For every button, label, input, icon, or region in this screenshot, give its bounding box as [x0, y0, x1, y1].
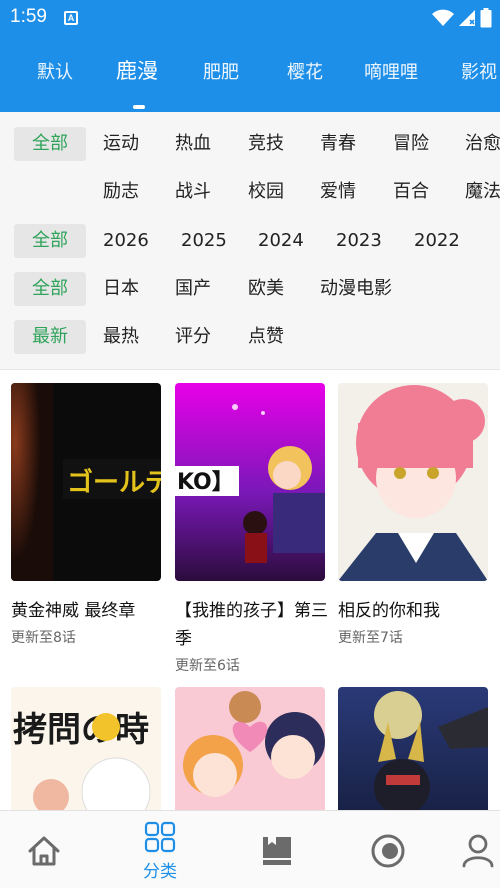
anime-episode-status: 更新至8话 [11, 630, 76, 646]
tab-feifei[interactable]: 肥肥 [203, 58, 239, 84]
region-filter-row: 全部 日本 国产 欧美 动漫电影 [0, 272, 500, 308]
tab-lumon[interactable]: 鹿漫 [116, 55, 158, 85]
anime-title[interactable]: 黄金神威 最终章 [11, 597, 167, 625]
app-notification-icon: A [64, 11, 78, 25]
year-chip[interactable]: 2023 [336, 224, 382, 258]
anime-episode-status: 更新至6话 [175, 658, 240, 674]
genre-chip[interactable]: 运动 [103, 127, 139, 161]
svg-text:拷問の時: 拷問の時 [13, 710, 149, 750]
region-chip[interactable]: 国产 [175, 272, 211, 306]
sort-filter-row: 最新 最热 评分 点赞 [0, 320, 500, 356]
nav-home[interactable] [0, 811, 94, 888]
genre-chip[interactable]: 校园 [248, 175, 284, 209]
anime-cover-image[interactable]: 拷問の時 [11, 687, 161, 810]
anime-cover-image[interactable]: KO】 [175, 383, 325, 581]
home-icon [28, 836, 60, 866]
status-bar: 1:59 A [0, 0, 500, 36]
nav-library[interactable] [227, 811, 327, 888]
year-all-chip[interactable]: 全部 [14, 224, 86, 258]
tab-yingshi[interactable]: 影视 [461, 58, 497, 84]
region-all-chip[interactable]: 全部 [14, 272, 86, 306]
year-filter-row: 全部 2026 2025 2024 2023 2022 [0, 224, 500, 260]
history-icon [371, 834, 405, 868]
bottom-navigation: 分类 [0, 810, 500, 888]
genre-chip[interactable]: 热血 [175, 127, 211, 161]
region-chip[interactable]: 日本 [103, 272, 139, 306]
anime-cover-image[interactable]: ゴールデン [11, 383, 161, 581]
svg-text:ゴールデン: ゴールデン [67, 467, 161, 498]
active-tab-indicator [133, 105, 145, 109]
anime-title[interactable]: 【我推的孩子】第三季 [175, 597, 331, 653]
anime-episode-status: 更新至7话 [338, 630, 403, 646]
genre-chip[interactable]: 竞技 [248, 127, 284, 161]
genre-chip[interactable]: 爱情 [320, 175, 356, 209]
nav-history[interactable] [338, 811, 438, 888]
genre-chip[interactable]: 冒险 [393, 127, 429, 161]
year-chip[interactable]: 2026 [103, 224, 149, 258]
year-chip[interactable]: 2022 [414, 224, 460, 258]
region-chip[interactable]: 欧美 [248, 272, 284, 306]
genre-chip[interactable]: 治愈 [465, 127, 500, 161]
status-time: 1:59 [10, 6, 47, 27]
profile-icon [462, 834, 494, 868]
wifi-icon [432, 9, 454, 26]
tab-dilili[interactable]: 嘀哩哩 [364, 58, 418, 84]
signal-icon [459, 10, 475, 26]
sort-newest-chip[interactable]: 最新 [14, 320, 86, 354]
genre-filter-row: 全部 运动 热血 竞技 青春 冒险 治愈 [0, 127, 500, 163]
region-chip[interactable]: 动漫电影 [320, 272, 392, 306]
genre-all-chip[interactable]: 全部 [14, 127, 86, 161]
sort-chip[interactable]: 评分 [175, 320, 211, 354]
genre-chip[interactable]: 青春 [320, 127, 356, 161]
filter-panel: 全部 运动 热血 竞技 青春 冒险 治愈 励志 战斗 校园 爱情 百合 魔法 全… [0, 112, 500, 370]
anime-grid: ゴールデン 黄金神威 最终章 更新至8话 KO】 [0, 370, 500, 810]
svg-text:KO】: KO】 [177, 470, 234, 495]
nav-category-label: 分类 [143, 862, 177, 882]
year-chip[interactable]: 2025 [181, 224, 227, 258]
genre-chip[interactable]: 魔法 [465, 175, 500, 209]
genre-chip[interactable]: 励志 [103, 175, 139, 209]
anime-title[interactable]: 相反的你和我 [338, 597, 494, 625]
library-icon [263, 837, 291, 865]
sort-chip[interactable]: 最热 [103, 320, 139, 354]
anime-cover-image[interactable] [338, 687, 488, 810]
tab-default[interactable]: 默认 [37, 58, 73, 84]
app-header: 1:59 A 默认 鹿漫 肥肥 樱花 嘀哩哩 影视 [0, 0, 500, 112]
battery-icon [480, 8, 492, 28]
sort-chip[interactable]: 点赞 [248, 320, 284, 354]
nav-profile[interactable] [428, 811, 500, 888]
tab-sakura[interactable]: 樱花 [287, 58, 323, 84]
nav-category[interactable]: 分类 [110, 811, 210, 888]
category-icon [144, 821, 176, 853]
genre-chip[interactable]: 百合 [393, 175, 429, 209]
anime-cover-image[interactable] [338, 383, 488, 581]
genre-filter-row-2: 励志 战斗 校园 爱情 百合 魔法 [0, 175, 500, 211]
genre-chip[interactable]: 战斗 [175, 175, 211, 209]
anime-cover-image[interactable] [175, 687, 325, 810]
year-chip[interactable]: 2024 [258, 224, 304, 258]
status-icons [432, 8, 492, 28]
